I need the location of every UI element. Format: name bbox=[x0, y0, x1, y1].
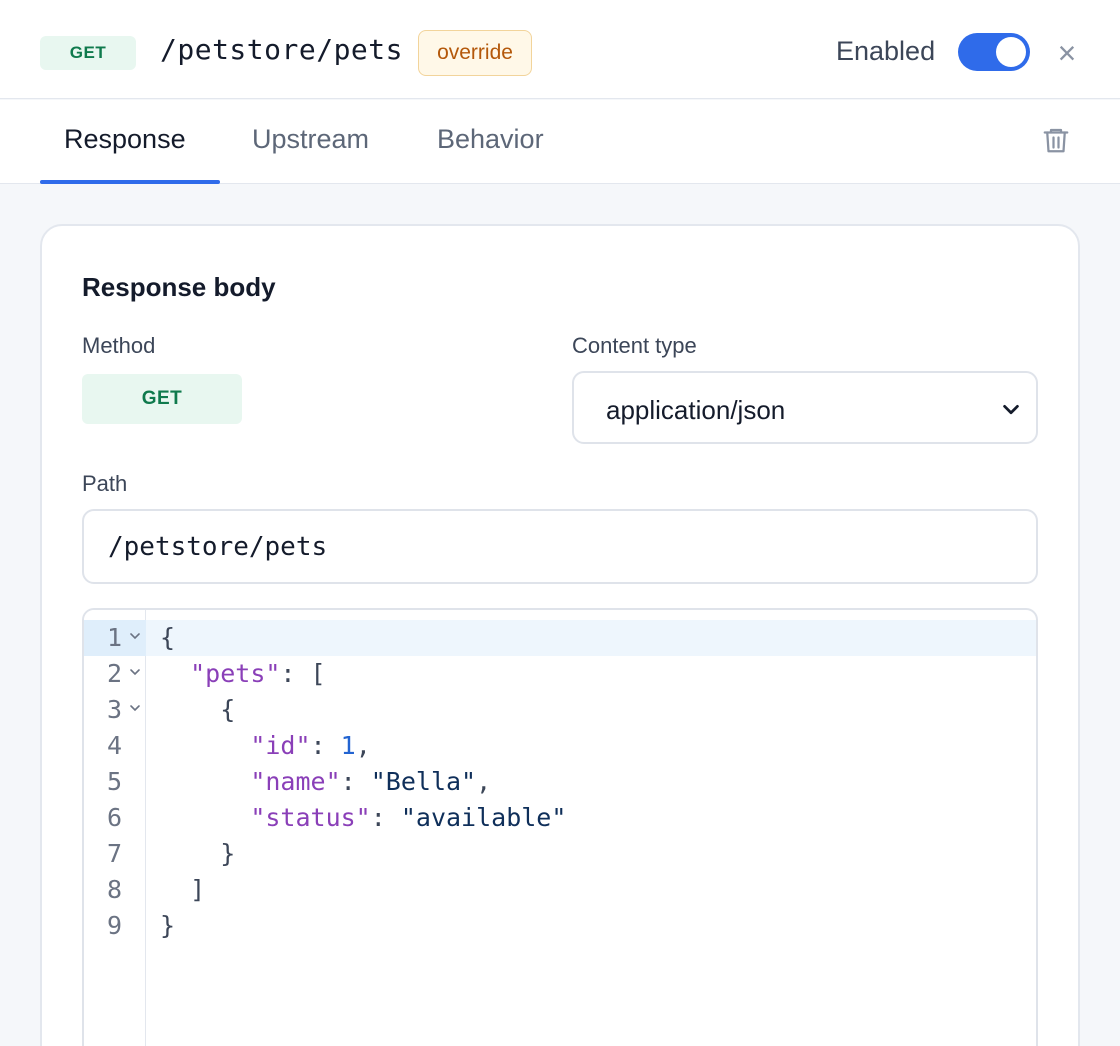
json-string: "Bella" bbox=[370, 767, 477, 796]
code-text: "status": "available" bbox=[160, 800, 566, 836]
tab-behavior[interactable]: Behavior bbox=[437, 124, 544, 155]
json-editor[interactable]: 1{2 "pets": [3 {4 "id": 1, 5 "name": "Bel… bbox=[82, 608, 1038, 1046]
enabled-toggle[interactable] bbox=[958, 33, 1030, 71]
endpoint-header: GET /petstore/pets override Enabled × bbox=[0, 0, 1120, 99]
json-string: "available" bbox=[400, 803, 567, 832]
content-type-select[interactable]: application/json bbox=[572, 371, 1038, 444]
toggle-knob bbox=[996, 37, 1026, 67]
json-key: "id" bbox=[250, 731, 311, 760]
line-number: 4 bbox=[106, 731, 122, 760]
override-badge: override bbox=[418, 30, 532, 76]
line-number: 9 bbox=[106, 911, 122, 940]
active-tab-indicator bbox=[40, 180, 220, 184]
line-number: 3 bbox=[106, 695, 122, 724]
route-title: /petstore/pets bbox=[160, 33, 404, 66]
code-line: 1{ bbox=[84, 620, 1036, 656]
code-text: { bbox=[160, 692, 235, 728]
method-label: Method bbox=[82, 333, 156, 358]
section-title: Response body bbox=[82, 272, 276, 302]
code-text: "id": 1, bbox=[160, 728, 371, 764]
content-type-value: application/json bbox=[606, 395, 786, 425]
json-punctuation: , bbox=[355, 731, 371, 760]
json-number: 1 bbox=[340, 731, 356, 760]
json-punctuation: { bbox=[160, 623, 176, 652]
content-type-label: Content type bbox=[572, 333, 697, 358]
code-text: } bbox=[160, 908, 175, 944]
line-number: 1 bbox=[106, 623, 122, 652]
chevron-down-icon bbox=[1003, 404, 1019, 415]
fold-chevron-icon[interactable] bbox=[128, 700, 142, 714]
code-text: "pets": [ bbox=[160, 656, 326, 692]
code-text: ] bbox=[160, 872, 205, 908]
path-input[interactable] bbox=[82, 509, 1038, 584]
json-punctuation: : bbox=[370, 803, 401, 832]
code-line: 6 "status": "available" bbox=[84, 800, 1036, 836]
json-punctuation: : bbox=[310, 731, 341, 760]
trash-icon[interactable] bbox=[1041, 125, 1071, 155]
code-line: 5 "name": "Bella", bbox=[84, 764, 1036, 800]
json-punctuation: ] bbox=[190, 875, 206, 904]
line-number: 5 bbox=[106, 767, 122, 796]
close-icon[interactable]: × bbox=[1052, 37, 1082, 69]
code-line: 4 "id": 1, bbox=[84, 728, 1036, 764]
code-line: 8 ] bbox=[84, 872, 1036, 908]
json-punctuation: : [ bbox=[280, 659, 326, 688]
code-line: 2 "pets": [ bbox=[84, 656, 1036, 692]
json-key: "status" bbox=[250, 803, 371, 832]
fold-chevron-icon[interactable] bbox=[128, 664, 142, 678]
code-line: 3 { bbox=[84, 692, 1036, 728]
code-text: { bbox=[160, 620, 175, 656]
path-label: Path bbox=[82, 471, 128, 496]
code-text: } bbox=[160, 836, 235, 872]
tab-upstream[interactable]: Upstream bbox=[252, 124, 369, 155]
line-number: 8 bbox=[106, 875, 122, 904]
json-punctuation: , bbox=[476, 767, 492, 796]
tab-response[interactable]: Response bbox=[64, 124, 186, 155]
line-number: 2 bbox=[106, 659, 122, 688]
enabled-label: Enabled bbox=[836, 36, 936, 66]
code-text: "name": "Bella", bbox=[160, 764, 491, 800]
method-value: GET bbox=[82, 374, 242, 424]
json-punctuation: } bbox=[220, 839, 236, 868]
json-punctuation: : bbox=[340, 767, 371, 796]
code-line: 7 } bbox=[84, 836, 1036, 872]
json-key: "pets" bbox=[190, 659, 281, 688]
json-key: "name" bbox=[250, 767, 341, 796]
method-badge: GET bbox=[40, 36, 136, 70]
json-punctuation: { bbox=[220, 695, 236, 724]
fold-chevron-icon[interactable] bbox=[128, 628, 142, 642]
tab-bar: Response Upstream Behavior bbox=[0, 100, 1120, 184]
code-line: 9} bbox=[84, 908, 1036, 944]
line-number: 7 bbox=[106, 839, 122, 868]
json-punctuation: } bbox=[160, 911, 176, 940]
line-number: 6 bbox=[106, 803, 122, 832]
